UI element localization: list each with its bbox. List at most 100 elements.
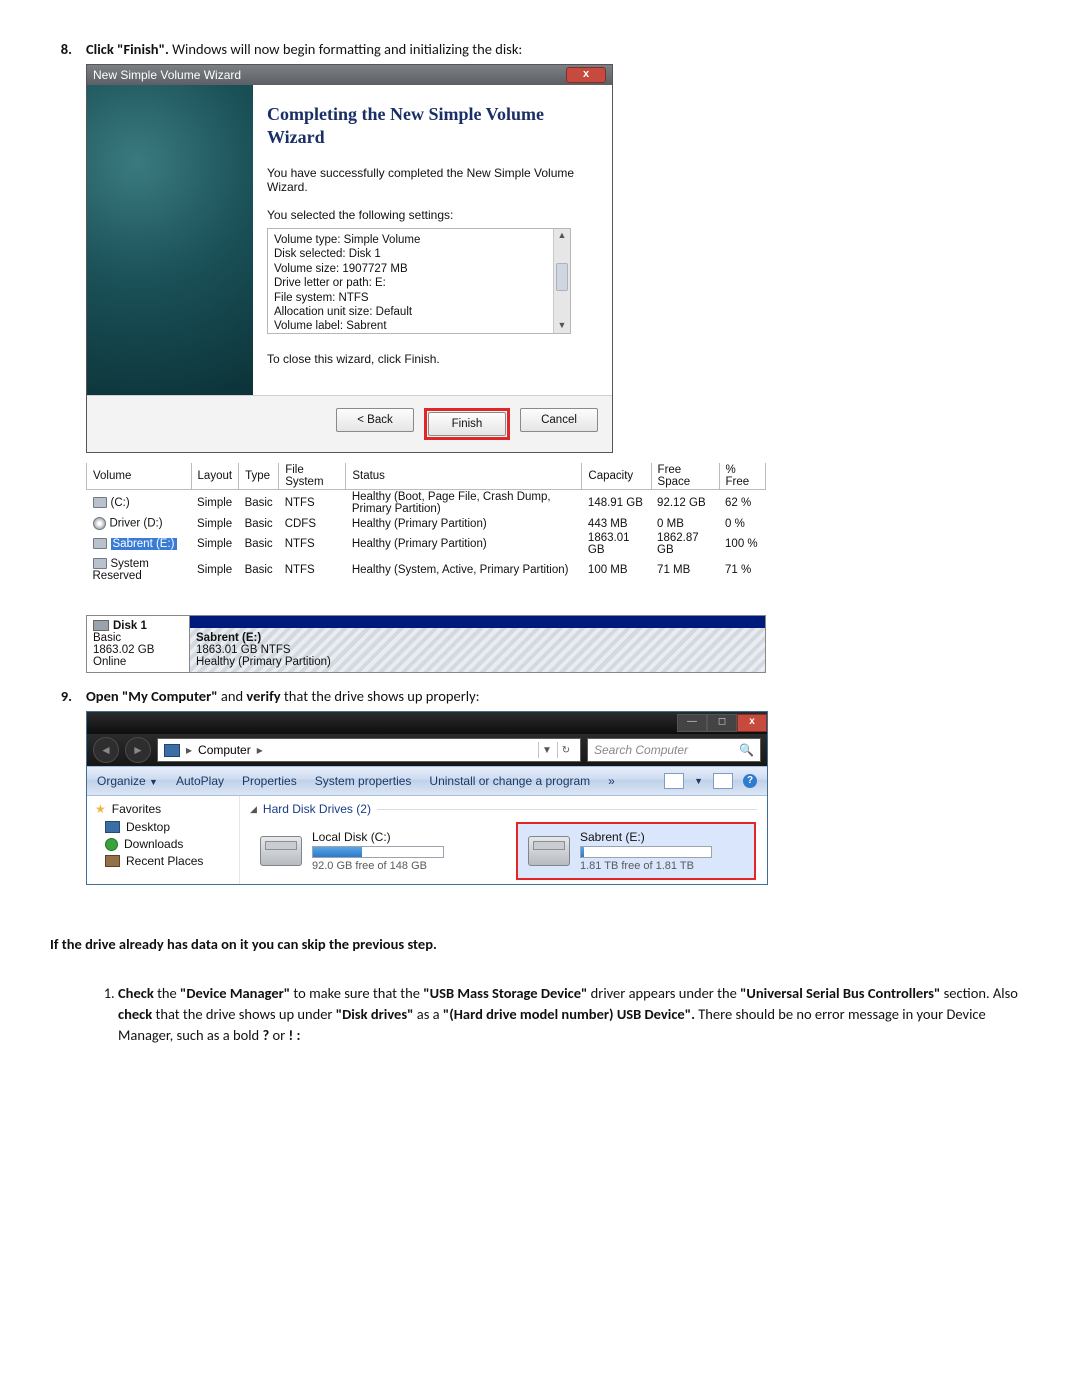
step-8: 8. Click "Finish". Windows will now begi…	[40, 40, 1040, 673]
sidebar-favorites[interactable]: ★Favorites	[95, 802, 231, 816]
nav-fwd-button[interactable]: ►	[125, 737, 151, 763]
system-properties-button[interactable]: System properties	[315, 774, 412, 788]
dm-header-row: Volume Layout Type File System Status Ca…	[87, 463, 766, 490]
disk-type: Basic	[93, 632, 183, 644]
search-icon: 🔍	[739, 743, 754, 757]
drive-free: 1.81 TB free of 1.81 TB	[580, 860, 712, 872]
chevron-down-icon: ▼	[149, 777, 158, 787]
finish-button[interactable]: Finish	[428, 412, 506, 436]
sidebar-item-desktop[interactable]: Desktop	[105, 820, 231, 834]
minimize-button[interactable]: —	[677, 714, 707, 732]
address-refresh-icon[interactable]: ↻	[557, 742, 574, 758]
step-9-b1: Open "My Computer"	[86, 687, 218, 705]
setting-line: File system: NTFS	[274, 291, 564, 305]
scroll-down-icon[interactable]: ▼	[554, 319, 570, 333]
search-input[interactable]: Search Computer 🔍	[587, 738, 761, 762]
drive-local-c[interactable]: Local Disk (C:) 92.0 GB free of 148 GB	[250, 822, 486, 880]
dm-col-free[interactable]: Free Space	[651, 463, 719, 490]
dm-col-volume[interactable]: Volume	[87, 463, 192, 490]
step-9-mid: and	[218, 687, 247, 705]
wizard-titlebar: New Simple Volume Wizard x	[87, 65, 612, 85]
finish-highlight: Finish	[424, 408, 510, 440]
explorer-toolbar: Organize ▼ AutoPlay Properties System pr…	[87, 766, 767, 796]
dm-row-selected[interactable]: Sabrent (E:) SimpleBasicNTFSHealthy (Pri…	[87, 531, 766, 557]
dm-col-type[interactable]: Type	[239, 463, 279, 490]
recent-places-icon	[105, 855, 120, 867]
volume-icon	[93, 558, 107, 569]
properties-button[interactable]: Properties	[242, 774, 297, 788]
setting-line: Volume size: 1907727 MB	[274, 262, 564, 276]
explorer-titlebar: — ◻ x	[87, 712, 767, 734]
back-button[interactable]: < Back	[336, 408, 414, 432]
preview-pane-icon[interactable]	[713, 773, 733, 789]
step-8-lead-rest: Windows will now begin formatting and in…	[169, 40, 522, 58]
drive-name: Sabrent (E:)	[580, 830, 712, 844]
wizard-p3: To close this wizard, click Finish.	[267, 352, 598, 366]
dm-row[interactable]: System Reserved SimpleBasicNTFSHealthy (…	[87, 557, 766, 583]
dm-col-fs[interactable]: File System	[279, 463, 346, 490]
address-dropdown-icon[interactable]: ▼	[538, 742, 555, 758]
breadcrumb-sep-icon: ▸	[186, 743, 192, 757]
downloads-icon	[105, 838, 118, 851]
setting-line: Allocation unit size: Default	[274, 305, 564, 319]
settings-scrollbar[interactable]: ▲ ▼	[553, 229, 570, 333]
drive-usage-bar	[312, 846, 444, 858]
disk-icon	[93, 620, 109, 631]
drive-free: 92.0 GB free of 148 GB	[312, 860, 444, 872]
dm-row[interactable]: (C:) SimpleBasicNTFSHealthy (Boot, Page …	[87, 490, 766, 517]
step-8-number: 8.	[40, 40, 72, 673]
drives-group-header[interactable]: ◢Hard Disk Drives (2)	[250, 802, 757, 816]
address-bar[interactable]: ▸ Computer ▸ ▼↻	[157, 738, 581, 762]
wizard-p2: You selected the following settings:	[267, 208, 598, 222]
drive-name: Local Disk (C:)	[312, 830, 444, 844]
sidebar-item-recent-places[interactable]: Recent Places	[105, 854, 231, 868]
collapse-icon: ◢	[250, 804, 257, 815]
dm-row[interactable]: Driver (D:) SimpleBasicCDFSHealthy (Prim…	[87, 516, 766, 531]
wizard-sidebar-image	[87, 85, 253, 395]
dm-col-status[interactable]: Status	[346, 463, 582, 490]
wizard-settings-list: Volume type: Simple Volume Disk selected…	[267, 228, 571, 334]
nav-back-button[interactable]: ◄	[93, 737, 119, 763]
partition-status: Healthy (Primary Partition)	[196, 656, 759, 668]
autoplay-button[interactable]: AutoPlay	[176, 774, 224, 788]
search-placeholder: Search Computer	[594, 743, 688, 757]
wizard-close-button[interactable]: x	[566, 67, 606, 83]
setting-line: Volume label: Sabrent	[274, 319, 564, 333]
help-icon[interactable]: ?	[743, 774, 757, 788]
substep-1: Check the "Device Manager" to make sure …	[118, 983, 1040, 1046]
maximize-button[interactable]: ◻	[707, 714, 737, 732]
desktop-icon	[105, 821, 120, 833]
sub-list: Check the "Device Manager" to make sure …	[40, 983, 1040, 1046]
wizard-heading: Completing the New Simple Volume Wizard	[267, 103, 598, 148]
close-button[interactable]: x	[737, 714, 767, 732]
dm-col-layout[interactable]: Layout	[191, 463, 239, 490]
setting-line: Volume type: Simple Volume	[274, 233, 564, 247]
scroll-up-icon[interactable]: ▲	[554, 229, 570, 243]
skip-note: If the drive already has data on it you …	[50, 935, 1040, 953]
scroll-thumb[interactable]	[556, 263, 568, 291]
setting-line: Disk selected: Disk 1	[274, 247, 564, 261]
breadcrumb-computer[interactable]: Computer	[198, 743, 251, 757]
toolbar-more[interactable]: »	[608, 774, 615, 788]
view-icon[interactable]	[664, 773, 684, 789]
wizard-p1: You have successfully completed the New …	[267, 166, 598, 194]
drive-sabrent-e[interactable]: Sabrent (E:) 1.81 TB free of 1.81 TB	[516, 822, 756, 880]
disk-management-list: Volume Layout Type File System Status Ca…	[86, 463, 766, 583]
disk-state: Online	[93, 656, 183, 668]
sidebar-item-downloads[interactable]: Downloads	[105, 837, 231, 851]
cancel-button[interactable]: Cancel	[520, 408, 598, 432]
breadcrumb-sep-icon: ▸	[257, 743, 263, 757]
step-9-b2: verify	[246, 687, 280, 705]
computer-icon	[164, 744, 180, 757]
uninstall-button[interactable]: Uninstall or change a program	[429, 774, 590, 788]
organize-menu[interactable]: Organize ▼	[97, 774, 158, 788]
explorer-sidebar: ★Favorites Desktop Downloads Recent Plac…	[87, 796, 240, 884]
disk-partition[interactable]: Sabrent (E:) 1863.01 GB NTFS Healthy (Pr…	[190, 628, 765, 672]
dm-col-pct[interactable]: % Free	[719, 463, 765, 490]
hdd-icon	[528, 836, 570, 866]
partition-name: Sabrent (E:)	[196, 632, 261, 644]
disk-size: 1863.02 GB	[93, 644, 183, 656]
explorer-window: — ◻ x ◄ ► ▸ Computer ▸ ▼↻ Search Com	[86, 711, 768, 885]
dm-col-capacity[interactable]: Capacity	[582, 463, 651, 490]
chevron-down-icon[interactable]: ▼	[694, 776, 703, 786]
